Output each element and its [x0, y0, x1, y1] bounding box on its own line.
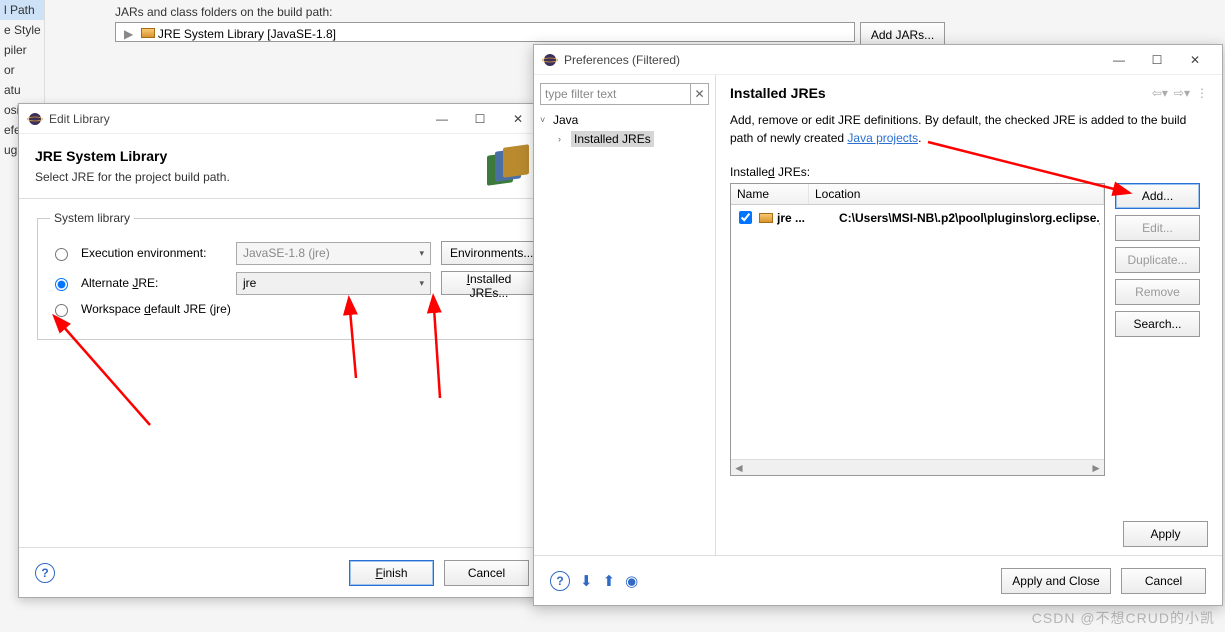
tree-node-installed-jres[interactable]: › Installed JREs [540, 129, 709, 149]
expand-arrow-icon[interactable]: ▶ [124, 27, 133, 41]
system-library-group: System library Execution environment: Ja… [37, 211, 550, 340]
tree-item-label: JRE System Library [JavaSE-1.8] [158, 27, 336, 41]
environments-button[interactable]: Environments... [441, 241, 537, 265]
import-icon[interactable]: ⬇ [580, 572, 593, 590]
preferences-tree-panel: type filter text ✕ ˅ Java › Installed JR… [534, 75, 716, 555]
cancel-button[interactable]: Cancel [1121, 568, 1206, 594]
workspace-default-radio[interactable] [55, 304, 68, 317]
dialog-heading: JRE System Library [35, 148, 481, 164]
java-projects-link[interactable]: Java projects [847, 131, 918, 145]
alternate-jre-radio[interactable] [55, 278, 68, 291]
maximize-button[interactable]: ☐ [461, 105, 499, 133]
add-button[interactable]: Add... [1115, 183, 1200, 209]
execution-environment-label: Execution environment: [81, 246, 226, 260]
edit-library-dialog: Edit Library — ☐ ✕ JRE System Library Se… [18, 103, 546, 598]
list-label: Installed JREs: [730, 165, 1208, 179]
nav-history-icons: ⇦▾ ⇨▾ ⋮ [1152, 86, 1208, 100]
page-description: Add, remove or edit JRE definitions. By … [730, 111, 1200, 147]
filter-input[interactable]: type filter text [540, 83, 691, 105]
back-icon[interactable]: ⇦▾ [1152, 86, 1168, 100]
help-icon[interactable]: ? [35, 563, 55, 583]
expand-icon[interactable]: ˅ [540, 115, 549, 125]
eclipse-icon [27, 111, 43, 127]
dialog-title: Preferences (Filtered) [564, 53, 1100, 67]
horizontal-scrollbar[interactable]: ◄► [731, 459, 1104, 475]
apply-button[interactable]: Apply [1123, 521, 1208, 547]
bg-sidebar-item[interactable]: atu [0, 80, 44, 100]
minimize-button[interactable]: — [1100, 46, 1138, 74]
maximize-button[interactable]: ☐ [1138, 46, 1176, 74]
finish-button[interactable]: Finish [349, 560, 434, 586]
execution-environment-radio[interactable] [55, 248, 68, 261]
menu-icon[interactable]: ⋮ [1196, 86, 1208, 100]
bg-sidebar-item[interactable]: piler [0, 40, 44, 60]
workspace-default-label: Workspace default JRE (jre) [81, 302, 231, 316]
tree-node-java[interactable]: ˅ Java [540, 111, 709, 129]
preferences-dialog: Preferences (Filtered) — ☐ ✕ type filter… [533, 44, 1223, 606]
edit-button[interactable]: Edit... [1115, 215, 1200, 241]
installed-jres-table[interactable]: Name Location jre ... C:\Users\MSI-NB\.p… [730, 183, 1105, 476]
chevron-down-icon: ▾ [419, 278, 424, 289]
expand-icon[interactable]: › [558, 134, 567, 144]
library-icon [141, 28, 155, 38]
help-icon[interactable]: ? [550, 571, 570, 591]
column-header-name[interactable]: Name [731, 184, 809, 204]
cancel-button[interactable]: Cancel [444, 560, 529, 586]
duplicate-button[interactable]: Duplicate... [1115, 247, 1200, 273]
search-button[interactable]: Search... [1115, 311, 1200, 337]
forward-icon[interactable]: ⇨▾ [1174, 86, 1190, 100]
jre-checkbox[interactable] [739, 211, 752, 224]
cell-location: C:\Users\MSI-NB\.p2\pool\plugins\org.ecl… [839, 211, 1100, 225]
column-header-location[interactable]: Location [809, 184, 1104, 204]
export-icon[interactable]: ⬆ [603, 572, 616, 590]
execution-environment-combo: JavaSE-1.8 (jre)▾ [236, 242, 431, 265]
dialog-title: Edit Library [49, 112, 423, 126]
installed-jres-button[interactable]: Installed JREs... [441, 271, 537, 295]
dialog-subheading: Select JRE for the project build path. [35, 170, 481, 184]
titlebar[interactable]: Edit Library — ☐ ✕ [19, 104, 545, 134]
chevron-down-icon: ▾ [419, 248, 424, 259]
bg-sidebar-item[interactable]: l Path [0, 0, 44, 20]
table-row[interactable]: jre ... C:\Users\MSI-NB\.p2\pool\plugins… [731, 205, 1104, 230]
bg-classpath-tree[interactable]: ▶ JRE System Library [JavaSE-1.8] [115, 22, 855, 42]
close-button[interactable]: ✕ [1176, 46, 1214, 74]
cell-name: jre ... [777, 211, 835, 225]
jre-icon [759, 213, 773, 223]
minimize-button[interactable]: — [423, 105, 461, 133]
alternate-jre-label: Alternate JRE: [81, 276, 226, 290]
books-icon [481, 148, 529, 188]
bg-section-label: JARs and class folders on the build path… [115, 5, 332, 19]
apply-and-close-button[interactable]: Apply and Close [1001, 568, 1111, 594]
close-button[interactable]: ✕ [499, 105, 537, 133]
alternate-jre-combo[interactable]: jre▾ [236, 272, 431, 295]
group-legend: System library [50, 211, 134, 225]
preferences-tree[interactable]: ˅ Java › Installed JREs [540, 111, 709, 149]
eclipse-icon [542, 52, 558, 68]
remove-button[interactable]: Remove [1115, 279, 1200, 305]
page-title: Installed JREs [730, 85, 1152, 101]
bg-sidebar-item[interactable]: e Style [0, 20, 44, 40]
titlebar[interactable]: Preferences (Filtered) — ☐ ✕ [534, 45, 1222, 75]
clear-filter-button[interactable]: ✕ [691, 83, 709, 105]
watermark: CSDN @不想CRUD的小凯 [1032, 608, 1215, 628]
record-icon[interactable]: ◉ [625, 572, 638, 590]
bg-sidebar-item[interactable]: or [0, 60, 44, 80]
